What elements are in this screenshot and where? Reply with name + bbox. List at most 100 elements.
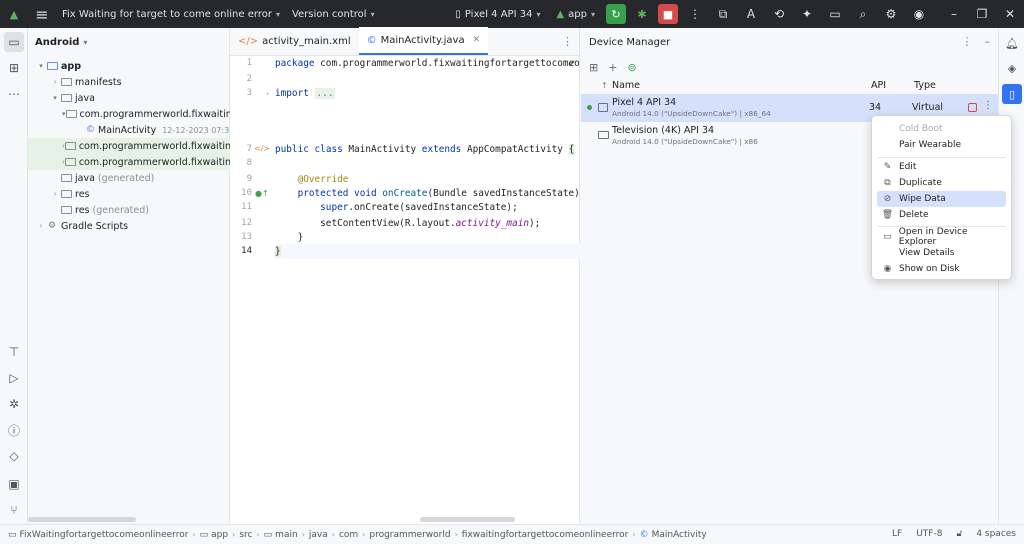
menu-item-delete[interactable]: 🗑︎ Delete xyxy=(877,207,1006,223)
more-tabs-icon[interactable]: ⋮ xyxy=(562,35,573,48)
trash-icon: 🗑︎ xyxy=(881,210,894,220)
build-icon[interactable]: ⊤ xyxy=(4,342,24,362)
menu-item-show-on-disk[interactable]: ◉ Show on Disk xyxy=(877,261,1006,277)
override-marker-icon[interactable]: ●↑ xyxy=(255,189,269,198)
menu-item-label: Duplicate xyxy=(899,178,942,188)
tree-item-java-generated[interactable]: java (generated) xyxy=(28,170,230,186)
tree-item-gradle-scripts[interactable]: › ⚙ Gradle Scripts xyxy=(28,218,230,234)
minimize-icon[interactable]: – xyxy=(943,3,965,25)
encoding-indicator[interactable]: UTF-8 xyxy=(916,529,942,539)
main-menu-icon[interactable]: ≡ xyxy=(28,0,56,28)
code-area[interactable]: ✔ package com.programmerworld.fixwaiting… xyxy=(275,56,580,516)
device-api: 34 xyxy=(869,102,882,113)
sync-icon[interactable]: ⟲ xyxy=(768,3,790,25)
tree-item-res-generated[interactable]: res (generated) xyxy=(28,202,230,218)
problems-icon[interactable]: ⓘ xyxy=(4,420,24,440)
column-header-api[interactable]: API xyxy=(871,80,886,91)
translate-icon[interactable]: A xyxy=(740,3,762,25)
tree-item-package-test[interactable]: › com.programmerworld.fixwaitingfc xyxy=(28,154,230,170)
vcs-menu[interactable]: Version control ▾ xyxy=(286,9,381,20)
class-icon: © xyxy=(366,34,377,46)
folder-icon: ▭ xyxy=(8,529,17,540)
options-icon[interactable]: ⋮ xyxy=(962,35,973,48)
restore-icon[interactable]: ❐ xyxy=(971,3,993,25)
menu-item-duplicate[interactable]: ⧉ Duplicate xyxy=(877,175,1006,191)
group-icon[interactable]: ⊞ xyxy=(589,61,598,74)
device-mirror-icon[interactable]: ⧉ xyxy=(712,3,734,25)
breadcrumb-item[interactable]: ▭ FixWaitingfortargettocomeonlineerror xyxy=(8,530,188,540)
tab-activity-main-xml[interactable]: </> activity_main.xml xyxy=(230,27,359,55)
run-tool-icon[interactable]: ▷ xyxy=(4,368,24,388)
tree-item-res[interactable]: › res xyxy=(28,186,230,202)
breadcrumb-item[interactable]: src xyxy=(239,530,252,540)
terminal-icon[interactable]: ▣ xyxy=(4,474,24,494)
app-quality-icon[interactable]: ◇ xyxy=(4,446,24,466)
tree-item-package-androidtest[interactable]: › com.programmerworld.fixwaitingfc xyxy=(28,138,230,154)
pair-wifi-icon[interactable]: ⊚ xyxy=(627,61,636,74)
gradle-icon[interactable]: ◈ xyxy=(1002,58,1022,78)
breadcrumb-item[interactable]: programmerworld xyxy=(369,530,450,540)
menu-item-view-details[interactable]: View Details xyxy=(877,245,1006,261)
device-selector[interactable]: ▯ Pixel 4 API 34 ▾ xyxy=(447,9,548,20)
breadcrumb-item[interactable]: java xyxy=(309,530,328,540)
sdk-manager-icon[interactable]: ✦ xyxy=(796,3,818,25)
menu-item-pair-wearable[interactable]: Pair Wearable xyxy=(877,137,1006,153)
menu-item-label: Show on Disk xyxy=(899,264,960,274)
tree-meta: 12-12-2023 07:35, 36 xyxy=(162,125,230,135)
android-studio-logo-icon: ▲ xyxy=(9,7,19,21)
breadcrumb-item[interactable]: ▭ app xyxy=(200,530,228,540)
horizontal-scrollbar[interactable] xyxy=(28,517,136,522)
breadcrumb-item[interactable]: © MainActivity xyxy=(640,530,707,540)
wipe-icon: ⊘ xyxy=(883,194,892,204)
more-tools-icon[interactable]: ⋯ xyxy=(4,84,24,104)
account-icon[interactable]: ◉ xyxy=(908,3,930,25)
menu-item-wipe-data[interactable]: ⊘ Wipe Data xyxy=(877,191,1006,207)
logcat-icon[interactable]: ✲ xyxy=(4,394,24,414)
structure-icon[interactable]: ⊞ xyxy=(4,58,24,78)
stop-emulator-button[interactable] xyxy=(968,103,977,112)
device-manager-icon[interactable]: ▯ xyxy=(1002,84,1022,104)
fold-arrow-icon[interactable]: › xyxy=(266,89,269,98)
gear-icon[interactable]: ⚙ xyxy=(880,3,902,25)
notifications-icon[interactable]: 🔔︎ xyxy=(1002,33,1022,53)
code-gutter-icon[interactable]: </> xyxy=(254,144,270,153)
tree-item-app[interactable]: ▾ app xyxy=(28,58,230,74)
tree-item-manifests[interactable]: › manifests xyxy=(28,74,230,90)
breadcrumb-item[interactable]: fixwaitingfortargettocomeonlineerror xyxy=(462,530,629,540)
device-manager-icon[interactable]: ▭ xyxy=(824,3,846,25)
add-device-icon[interactable]: + xyxy=(608,61,617,74)
stop-button[interactable]: ■ xyxy=(658,4,678,24)
minimize-icon[interactable]: – xyxy=(985,35,991,48)
tree-item-mainactivity[interactable]: © MainActivity 12-12-2023 07:35, 36 xyxy=(28,122,230,138)
run-config-selector[interactable]: ▲ app ▾ xyxy=(548,9,603,20)
project-view-selector[interactable]: Android ▾ xyxy=(28,28,229,56)
menu-item-edit[interactable]: ✎ Edit xyxy=(877,159,1006,175)
sort-arrow-icon[interactable]: ↑ xyxy=(601,81,608,90)
horizontal-scrollbar[interactable] xyxy=(420,517,515,522)
project-folder-icon[interactable]: ▭ xyxy=(4,32,24,52)
tree-meta: (generated) xyxy=(97,172,155,184)
project-selector[interactable]: Fix Waiting for target to come online er… xyxy=(56,9,286,20)
close-icon[interactable]: ✕ xyxy=(473,35,481,45)
close-icon[interactable]: ✕ xyxy=(999,3,1021,25)
line-separator-indicator[interactable]: LF xyxy=(892,529,902,539)
search-icon[interactable]: ⌕ xyxy=(852,3,874,25)
debug-button[interactable]: ✱ xyxy=(632,4,652,24)
rerun-button[interactable]: ↻ xyxy=(606,4,626,24)
more-actions-icon[interactable]: ⋮ xyxy=(684,3,706,25)
indent-indicator[interactable]: 4 spaces xyxy=(976,529,1016,539)
folder-icon: ▭ xyxy=(263,529,273,540)
column-header-type[interactable]: Type xyxy=(914,80,936,91)
copy-icon: ⧉ xyxy=(884,178,891,188)
breadcrumb-item[interactable]: ▭ main xyxy=(264,530,298,540)
menu-item-open-device-explorer[interactable]: ▭ Open in Device Explorer xyxy=(877,227,1006,247)
more-actions-icon[interactable]: ⋮ xyxy=(983,100,993,111)
code-line-current: } xyxy=(275,244,580,259)
breadcrumb-item[interactable]: com xyxy=(339,530,358,540)
tree-item-java[interactable]: ▾ java xyxy=(28,90,230,106)
tab-mainactivity-java[interactable]: © MainActivity.java ✕ xyxy=(358,27,489,55)
column-header-name[interactable]: Name xyxy=(612,80,640,91)
git-icon[interactable]: ⑂ xyxy=(4,500,24,520)
readonly-lock-icon[interactable]: 🔓︎ xyxy=(956,529,962,539)
tree-item-package[interactable]: ▾ com.programmerworld.fixwaitingfc xyxy=(28,106,230,122)
